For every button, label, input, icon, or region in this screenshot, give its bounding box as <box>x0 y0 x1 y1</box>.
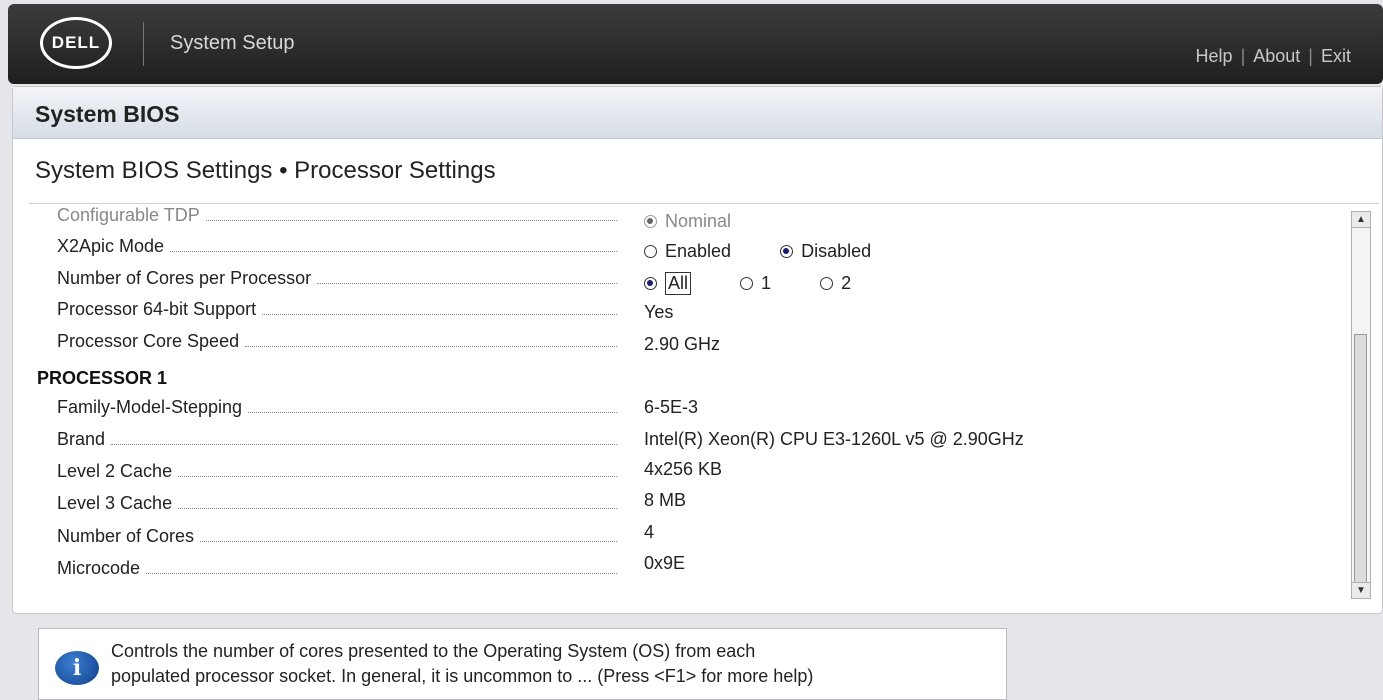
info-value: 4x256 KB <box>644 459 723 479</box>
app-title: System Setup <box>170 32 295 54</box>
radio-enabled[interactable]: Enabled <box>644 241 731 262</box>
info-level2-cache: Level 2 Cache 4x256 KB <box>13 459 1353 491</box>
header-links: Help | About | Exit <box>1196 46 1351 67</box>
info-value: Intel(R) Xeon(R) CPU E3-1260L v5 @ 2.90G… <box>644 429 1024 449</box>
main-panel: System BIOS System BIOS Settings • Proce… <box>12 86 1383 614</box>
header-divider <box>143 22 144 66</box>
top-bar: DELL System Setup Help | About | Exit <box>8 4 1383 84</box>
setting-64bit-support: Processor 64-bit Support Yes <box>13 299 1353 329</box>
setting-core-speed: Processor Core Speed 2.90 GHz <box>13 331 1353 361</box>
about-link[interactable]: About <box>1253 46 1300 67</box>
radio-nominal: Nominal <box>644 211 731 232</box>
info-label: Family-Model-Stepping <box>57 397 617 418</box>
scroll-up-icon[interactable]: ▲ <box>1352 212 1370 228</box>
info-label: Number of Cores <box>57 526 617 547</box>
help-line-2: populated processor socket. In general, … <box>111 666 814 686</box>
link-separator: | <box>1240 46 1246 66</box>
scroll-down-icon[interactable]: ▼ <box>1352 582 1370 598</box>
setting-x2apic-mode: X2Apic Mode Enabled Disabled <box>13 236 1353 266</box>
settings-scrollbar[interactable]: ▲ ▼ <box>1351 211 1371 599</box>
radio-disabled[interactable]: Disabled <box>780 241 871 262</box>
info-label: Level 2 Cache <box>57 461 617 482</box>
info-family-model-stepping: Family-Model-Stepping 6-5E-3 <box>13 397 1353 427</box>
setting-value: 2.90 GHz <box>644 334 721 354</box>
info-brand: Brand Intel(R) Xeon(R) CPU E3-1260L v5 @… <box>13 429 1353 459</box>
help-box: i Controls the number of cores presented… <box>38 628 1007 700</box>
setting-cores-per-processor: Number of Cores per Processor All 1 2 <box>13 268 1353 298</box>
dell-logo: DELL <box>40 17 112 69</box>
setting-value: Enabled Disabled <box>644 241 915 263</box>
info-level3-cache: Level 3 Cache 8 MB <box>13 490 1353 523</box>
radio-2[interactable]: 2 <box>820 273 851 294</box>
help-text: Controls the number of cores presented t… <box>111 639 991 689</box>
processor-group-heading: PROCESSOR 1 <box>37 368 168 388</box>
radio-unselected-icon <box>820 277 834 290</box>
info-value: 6-5E-3 <box>644 397 699 417</box>
setting-value: Yes <box>644 302 674 322</box>
setting-value: All 1 2 <box>644 272 895 295</box>
info-number-of-cores: Number of Cores 4 <box>13 522 1353 556</box>
setting-label: Processor Core Speed <box>57 331 617 352</box>
info-label: Level 3 Cache <box>57 493 617 514</box>
help-link[interactable]: Help <box>1196 46 1233 67</box>
setting-value: Nominal <box>644 211 775 233</box>
radio-selected-icon <box>780 245 794 258</box>
info-icon: i <box>55 651 99 685</box>
radio-unselected-icon <box>644 245 657 258</box>
info-label: Brand <box>57 429 617 450</box>
panel-header: System BIOS <box>13 87 1382 139</box>
info-value: 0x9E <box>644 553 686 573</box>
radio-unselected-icon <box>740 277 754 290</box>
setting-label: Number of Cores per Processor <box>57 268 617 289</box>
setting-label: X2Apic Mode <box>57 236 617 257</box>
info-value: 8 MB <box>644 490 687 510</box>
section-title: System BIOS Settings • Processor Setting… <box>35 157 496 184</box>
setting-label: Processor 64-bit Support <box>57 299 617 320</box>
help-line-1: Controls the number of cores presented t… <box>111 641 756 661</box>
scroll-thumb[interactable] <box>1354 334 1367 584</box>
setting-configurable-tdp: Configurable TDP Nominal <box>13 205 1353 235</box>
panel-title: System BIOS <box>35 101 180 127</box>
info-label: Microcode <box>57 558 617 579</box>
info-microcode: Microcode 0x9E <box>13 553 1353 588</box>
setting-label: Configurable TDP <box>57 205 617 226</box>
settings-list: Configurable TDP Nominal X2Apic Mode Ena… <box>13 203 1353 613</box>
info-value: 4 <box>644 522 655 542</box>
exit-link[interactable]: Exit <box>1321 46 1351 67</box>
link-separator: | <box>1308 46 1313 66</box>
radio-all[interactable]: All <box>644 272 692 295</box>
radio-selected-icon <box>644 215 657 228</box>
radio-selected-icon <box>644 277 657 290</box>
radio-1[interactable]: 1 <box>740 273 771 294</box>
